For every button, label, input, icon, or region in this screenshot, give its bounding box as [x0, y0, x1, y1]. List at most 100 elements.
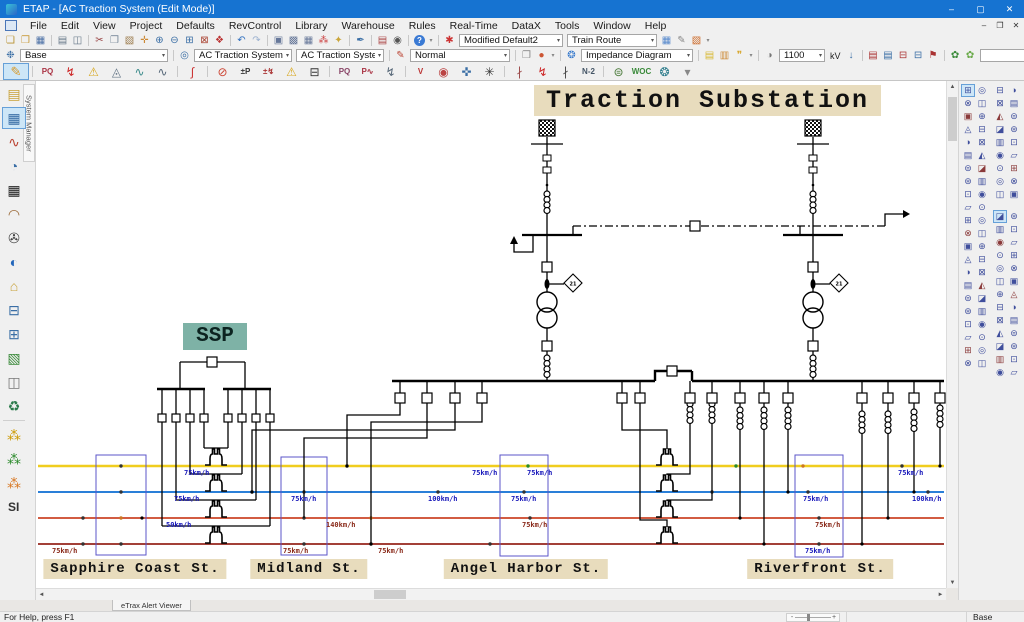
scenario-icon[interactable]: ⊜	[607, 64, 630, 80]
switching-3-icon[interactable]: ∤	[554, 64, 577, 80]
zoom-slider[interactable]: - +	[786, 613, 840, 622]
track-feed-icon[interactable]	[205, 449, 227, 465]
track-node[interactable]	[522, 490, 525, 493]
tie-breaker-icon[interactable]	[690, 221, 700, 231]
web-icon[interactable]: ❂	[653, 64, 676, 80]
transformer-icon[interactable]	[803, 292, 823, 312]
zoom-fit-icon[interactable]: ⊠	[197, 34, 212, 47]
element-icon[interactable]: ◉	[975, 318, 989, 331]
element-icon[interactable]: ▣	[961, 240, 975, 253]
access-icon[interactable]: ⁂	[316, 34, 331, 47]
element-icon[interactable]: ▥	[975, 175, 989, 188]
control-systems-icon[interactable]: ◫	[2, 371, 26, 393]
element-icon[interactable]: ◭	[975, 149, 989, 162]
mdi-restore-button[interactable]: ❐	[992, 21, 1008, 30]
pan-icon[interactable]: ✛	[137, 34, 152, 47]
chevron-down-icon[interactable]: ▾	[375, 52, 381, 59]
element-icon[interactable]: ⊜	[1007, 110, 1021, 123]
element-icon[interactable]: ◉	[993, 236, 1007, 249]
network-icon[interactable]: ◎	[177, 49, 192, 62]
theme-colors-icon[interactable]: ▧	[689, 34, 704, 47]
menu-tools[interactable]: Tools	[548, 18, 587, 33]
scenario-combo[interactable]: ▾	[980, 49, 1024, 62]
v-curve-icon[interactable]: V	[409, 64, 432, 80]
element-icon[interactable]: ◎	[993, 175, 1007, 188]
track-node[interactable]	[302, 542, 305, 545]
paste-icon[interactable]: ▧	[122, 34, 137, 47]
track-node[interactable]	[801, 464, 804, 467]
help-icon[interactable]: ?	[414, 35, 425, 46]
track-node[interactable]	[806, 490, 809, 493]
image-icon[interactable]: ▣	[271, 34, 286, 47]
element-icon[interactable]: ▱	[961, 331, 975, 344]
element-icon[interactable]: ⊡	[1007, 223, 1021, 236]
sheet-icon[interactable]: ❐	[519, 49, 534, 62]
sync-check-icon[interactable]: ✜	[455, 64, 478, 80]
track-node[interactable]	[119, 516, 122, 519]
minimize-button[interactable]: –	[937, 0, 966, 18]
format-pen-icon[interactable]: ✎	[674, 34, 689, 47]
edit-mode-button[interactable]: ✎	[3, 63, 29, 80]
study-icon[interactable]: ❉	[3, 49, 18, 62]
pointer-icon[interactable]: ⊞	[961, 84, 975, 97]
element-icon[interactable]: ◭	[993, 110, 1007, 123]
track-node[interactable]	[528, 516, 531, 519]
revision-icon[interactable]: ✱	[442, 34, 457, 47]
route-combo[interactable]: Train Route▾	[567, 34, 657, 47]
station-region[interactable]	[96, 455, 146, 555]
element-icon[interactable]: ▤	[961, 149, 975, 162]
element-icon[interactable]: ◑	[961, 266, 975, 279]
element-icon[interactable]: ▣	[961, 110, 975, 123]
diagram-icon[interactable]: ❂	[564, 49, 579, 62]
element-icon[interactable]: ◉	[993, 366, 1007, 379]
open-icon[interactable]: ❒	[18, 34, 33, 47]
more-3-icon[interactable]: ▾	[549, 49, 557, 62]
unbalanced-icon[interactable]: ⊘	[211, 64, 234, 80]
element-icon[interactable]: ⊗	[1007, 262, 1021, 275]
track-node[interactable]	[119, 542, 122, 545]
chevron-down-icon[interactable]: ▾	[159, 52, 165, 59]
element-icon[interactable]: ⊠	[993, 97, 1007, 110]
vertical-scroll-thumb[interactable]	[948, 97, 957, 141]
element-icon[interactable]: ⊟	[993, 301, 1007, 314]
menu-help[interactable]: Help	[638, 18, 674, 33]
element-icon[interactable]: ◑	[961, 136, 975, 149]
element-icon[interactable]: ◑	[1007, 301, 1021, 314]
menu-library[interactable]: Library	[288, 18, 334, 33]
transformer-icon[interactable]	[537, 292, 557, 312]
short-circuit-icon[interactable]: ↯	[59, 64, 82, 80]
mdi-document-icon[interactable]	[5, 20, 17, 31]
pan-window-icon[interactable]: ❖	[212, 34, 227, 47]
element-icon[interactable]: ▱	[1007, 149, 1021, 162]
system-combo[interactable]: AC Traction System▾	[194, 49, 292, 62]
apply-voltage-icon[interactable]: ↓	[844, 49, 859, 62]
element-icon[interactable]: ⊕	[975, 110, 989, 123]
element-icon[interactable]: ⊙	[993, 162, 1007, 175]
element-icon[interactable]: ◫	[993, 188, 1007, 201]
element-icon[interactable]: ◪	[975, 292, 989, 305]
woc-icon[interactable]: WOC	[630, 64, 653, 80]
zoom-window-icon[interactable]: ⊞	[182, 34, 197, 47]
cable-systems-icon[interactable]: ∿	[2, 131, 26, 153]
more-1-icon[interactable]: ▾	[427, 34, 435, 47]
element-icon[interactable]: ⊗	[961, 97, 975, 110]
element-icon[interactable]: ▣	[1007, 188, 1021, 201]
element-icon[interactable]: ▥	[975, 305, 989, 318]
chevron-down-icon[interactable]: ▾	[554, 37, 560, 44]
chevron-down-icon[interactable]: ▾	[816, 52, 822, 59]
print-icon[interactable]: ▤	[55, 34, 70, 47]
chevron-down-icon[interactable]: ▾	[684, 52, 690, 59]
element-icon[interactable]: ◉	[993, 149, 1007, 162]
element-icon[interactable]: ⊜	[961, 292, 975, 305]
unbalanced-load-flow-icon[interactable]: PQ	[333, 64, 356, 80]
element-icon[interactable]: ▥	[993, 223, 1007, 236]
element-icon[interactable]: ⊜	[961, 162, 975, 175]
chevron-down-icon[interactable]: ▾	[283, 52, 289, 59]
close-button[interactable]: ✕	[995, 0, 1024, 18]
track-node[interactable]	[926, 490, 929, 493]
menu-project[interactable]: Project	[123, 18, 170, 33]
chevron-down-icon[interactable]: ▾	[501, 52, 507, 59]
element-icon[interactable]: ◑	[1007, 84, 1021, 97]
symbols-layer[interactable]: 21 21	[140, 120, 945, 546]
starting-device-icon[interactable]: ◉	[432, 64, 455, 80]
